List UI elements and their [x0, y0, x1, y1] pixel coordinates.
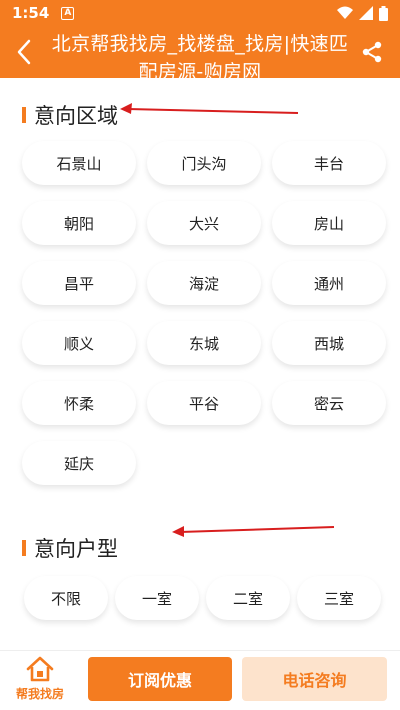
- phone-consult-button[interactable]: 电话咨询: [242, 657, 387, 701]
- home-icon: [26, 656, 54, 682]
- layout-chip[interactable]: 一室: [115, 576, 199, 620]
- bottom-bar: 帮我找房 订阅优惠 电话咨询: [0, 650, 400, 710]
- status-time: 1:54: [12, 4, 50, 22]
- status-bar: 1:54 A: [0, 0, 400, 26]
- area-chip[interactable]: 房山: [272, 201, 386, 245]
- signal-icon: [359, 6, 373, 20]
- area-chip[interactable]: 大兴: [147, 201, 261, 245]
- page-title: 北京帮我找房_找楼盘_找房|快速匹配房源-购房网: [51, 33, 349, 78]
- layout-section-label: 意向户型: [34, 537, 118, 561]
- layout-section-title: 意向户型: [22, 533, 118, 563]
- area-chip[interactable]: 怀柔: [22, 381, 136, 425]
- area-chip[interactable]: 密云: [272, 381, 386, 425]
- title-bar: 北京帮我找房_找楼盘_找房|快速匹配房源-购房网: [0, 26, 400, 78]
- area-chip[interactable]: 延庆: [22, 441, 136, 485]
- share-button[interactable]: [356, 36, 388, 68]
- layout-chip[interactable]: 不限: [24, 576, 108, 620]
- home-tab-label: 帮我找房: [15, 687, 64, 701]
- content-area: 意向区域 石景山 门头沟 丰台 朝阳 大兴 房山 昌平 海淀 通州 顺义 东城 …: [0, 78, 400, 650]
- area-chip[interactable]: 西城: [272, 321, 386, 365]
- area-chip[interactable]: 通州: [272, 261, 386, 305]
- back-arrow-icon: [17, 39, 31, 65]
- area-chip[interactable]: 昌平: [22, 261, 136, 305]
- notification-icon: A: [61, 6, 75, 20]
- layout-chip[interactable]: 二室: [206, 576, 290, 620]
- area-chip[interactable]: 平谷: [147, 381, 261, 425]
- area-chip[interactable]: 东城: [147, 321, 261, 365]
- battery-icon: [379, 5, 388, 21]
- status-icons: [337, 5, 388, 21]
- layout-chip[interactable]: 三室: [297, 576, 381, 620]
- area-chip[interactable]: 朝阳: [22, 201, 136, 245]
- annotation-arrow: [172, 526, 335, 537]
- subscribe-button[interactable]: 订阅优惠: [88, 657, 232, 701]
- back-button[interactable]: [8, 36, 40, 68]
- area-section-title: 意向区域: [22, 100, 118, 130]
- annotation-arrow: [120, 103, 299, 114]
- wifi-icon: [337, 6, 353, 19]
- area-chip[interactable]: 丰台: [272, 141, 386, 185]
- area-chip[interactable]: 石景山: [22, 141, 136, 185]
- area-chip[interactable]: 海淀: [147, 261, 261, 305]
- home-tab[interactable]: 帮我找房: [8, 655, 72, 707]
- area-chip[interactable]: 顺义: [22, 321, 136, 365]
- area-chip[interactable]: 门头沟: [147, 141, 261, 185]
- area-section-label: 意向区域: [34, 104, 118, 128]
- share-icon: [362, 41, 382, 63]
